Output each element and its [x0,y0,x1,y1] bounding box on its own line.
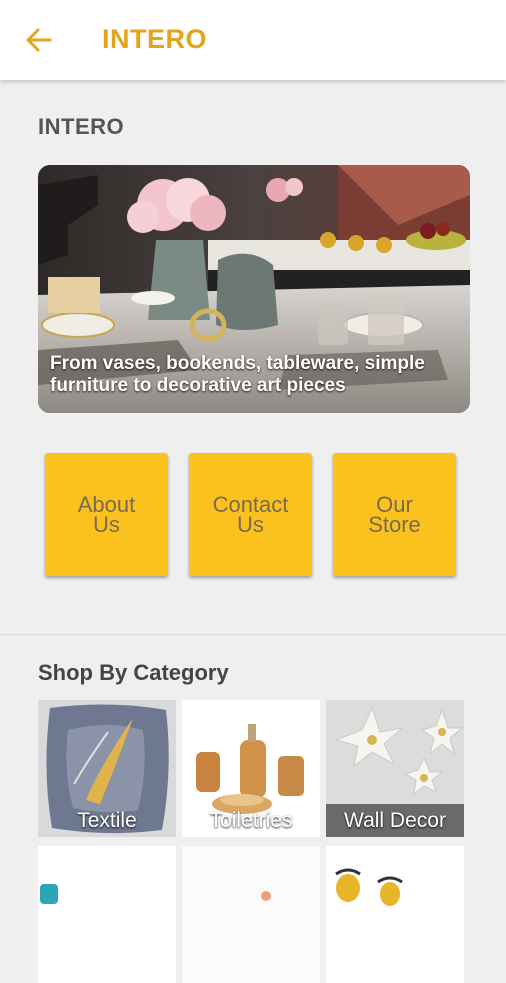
hero-banner: From vases, bookends, tableware, simple … [38,165,470,413]
category-tile-row2-3[interactable] [326,846,464,983]
banner-caption: From vases, bookends, tableware, simple … [50,353,425,396]
shop-by-category-heading: Shop By Category [38,660,229,685]
category-toiletries-label: Toiletries [209,809,293,832]
app-bar: INTERO [0,0,506,80]
arrow-left-icon [26,28,52,52]
our-store-label: Our Store [368,491,421,537]
category-wall-decor-label: Wall Decor [344,809,446,832]
app-title: INTERO [102,24,208,54]
back-button[interactable] [22,24,56,56]
contact-us-label: Contact Us [212,491,289,537]
category-textile-label: Textile [77,809,137,832]
contact-us-button[interactable]: Contact Us [189,453,312,576]
category-tile-row2-2[interactable] [182,846,320,983]
category-toiletries[interactable]: Toiletries [182,700,320,837]
about-us-button[interactable]: About Us [45,453,168,576]
section-divider [0,634,506,635]
our-store-button[interactable]: Our Store [333,453,456,576]
category-image [182,846,320,983]
about-us-label: About Us [77,491,136,537]
category-tile-row2-1[interactable] [38,846,176,983]
category-wall-decor[interactable]: Wall Decor [326,700,464,837]
category-image [38,846,176,983]
section-label: INTERO [38,114,125,139]
category-textile[interactable]: Textile [38,700,176,837]
category-image [326,846,464,983]
